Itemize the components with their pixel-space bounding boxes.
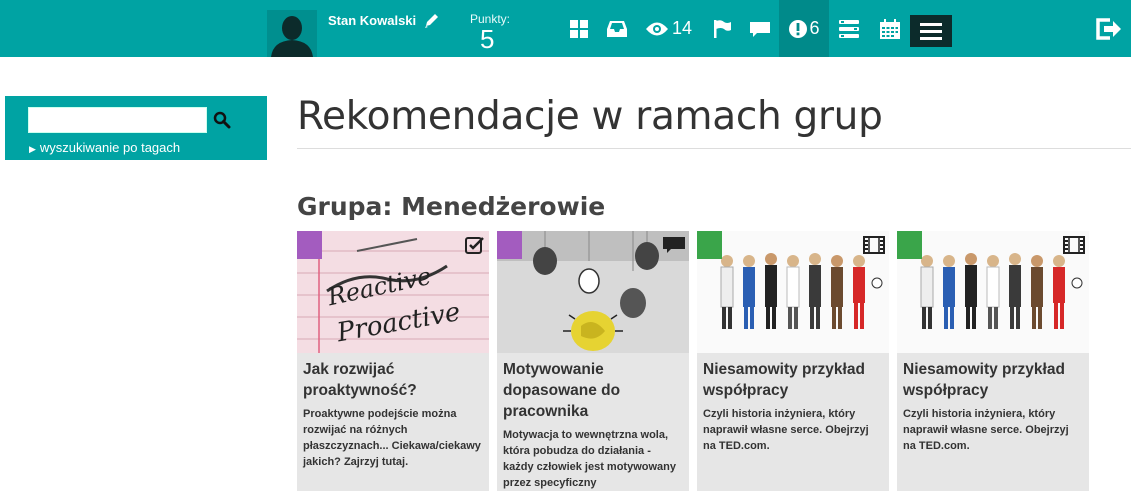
card-image <box>497 231 689 353</box>
tag-color-square <box>897 231 922 259</box>
recommendation-card[interactable]: Reactive Proactive Jak rozwijać proaktyw… <box>297 231 489 491</box>
tag-color-square <box>297 231 322 259</box>
group-title: Grupa: Menedżerowie <box>297 192 606 221</box>
card-title[interactable]: Jak rozwijać proaktywność? <box>303 359 483 401</box>
search-icon[interactable] <box>213 111 231 134</box>
sidebar-search-panel: ▶ wyszukiwanie po tagach <box>5 96 267 160</box>
recommendation-card[interactable]: Niesamowity przykład współpracy Czyli hi… <box>897 231 1089 491</box>
messages-icon[interactable] <box>747 0 773 57</box>
card-description: Czyli historia inżyniera, który naprawił… <box>903 408 1069 452</box>
card-image: Reactive Proactive <box>297 231 489 353</box>
menu-line <box>920 22 942 26</box>
logout-icon[interactable] <box>1094 0 1124 57</box>
flag-icon[interactable] <box>709 0 735 57</box>
user-name[interactable]: Stan Kowalski <box>328 13 416 28</box>
points-value: 5 <box>480 24 495 54</box>
tag-color-square <box>497 231 522 259</box>
card-title[interactable]: Motywowanie dopasowane do pracownika <box>503 359 683 422</box>
alert-icon <box>788 19 808 39</box>
page-title: Rekomendacje w ramach grup <box>297 94 883 139</box>
tag-search-label: wyszukiwanie po tagach <box>39 140 181 155</box>
triangle-right-icon: ▶ <box>29 144 36 154</box>
hamburger-menu-button[interactable] <box>910 15 952 47</box>
divider <box>297 148 1131 149</box>
card-image <box>897 231 1089 353</box>
card-description: Czyli historia inżyniera, który naprawił… <box>703 408 869 452</box>
recommendation-card[interactable]: Niesamowity przykład współpracy Czyli hi… <box>697 231 889 491</box>
comment-icon <box>663 236 685 254</box>
calendar-icon[interactable] <box>877 0 903 57</box>
edit-profile-icon[interactable] <box>423 12 441 35</box>
alerts-count: 6 <box>809 18 820 38</box>
views-nav[interactable]: 14 <box>643 0 695 57</box>
card-image <box>697 231 889 353</box>
top-bar: Stan Kowalski Punkty: 5 14 6 <box>0 0 1131 57</box>
avatar[interactable] <box>267 10 317 57</box>
film-icon <box>863 236 885 254</box>
menu-line <box>920 36 942 40</box>
card-title[interactable]: Niesamowity przykład współpracy <box>703 359 883 401</box>
dashboard-icon[interactable] <box>566 0 592 57</box>
list-icon[interactable] <box>836 0 862 57</box>
recommendation-card[interactable]: Motywowanie dopasowane do pracownika Mot… <box>497 231 689 491</box>
film-icon <box>1063 236 1085 254</box>
tag-search-link[interactable]: ▶ wyszukiwanie po tagach <box>29 140 180 155</box>
views-count: 14 <box>671 18 693 38</box>
card-description: Proaktywne podejście można rozwijać na r… <box>303 408 481 468</box>
inbox-icon[interactable] <box>604 0 630 57</box>
alerts-nav[interactable]: 6 <box>779 0 829 57</box>
tag-color-square <box>697 231 722 259</box>
search-input[interactable] <box>28 107 207 133</box>
card-description: Motywacja to wewnętrzna wola, która pobu… <box>503 429 677 489</box>
eye-icon <box>645 22 668 36</box>
menu-line <box>920 29 942 33</box>
checklist-icon <box>465 236 485 254</box>
card-title[interactable]: Niesamowity przykład współpracy <box>903 359 1083 401</box>
